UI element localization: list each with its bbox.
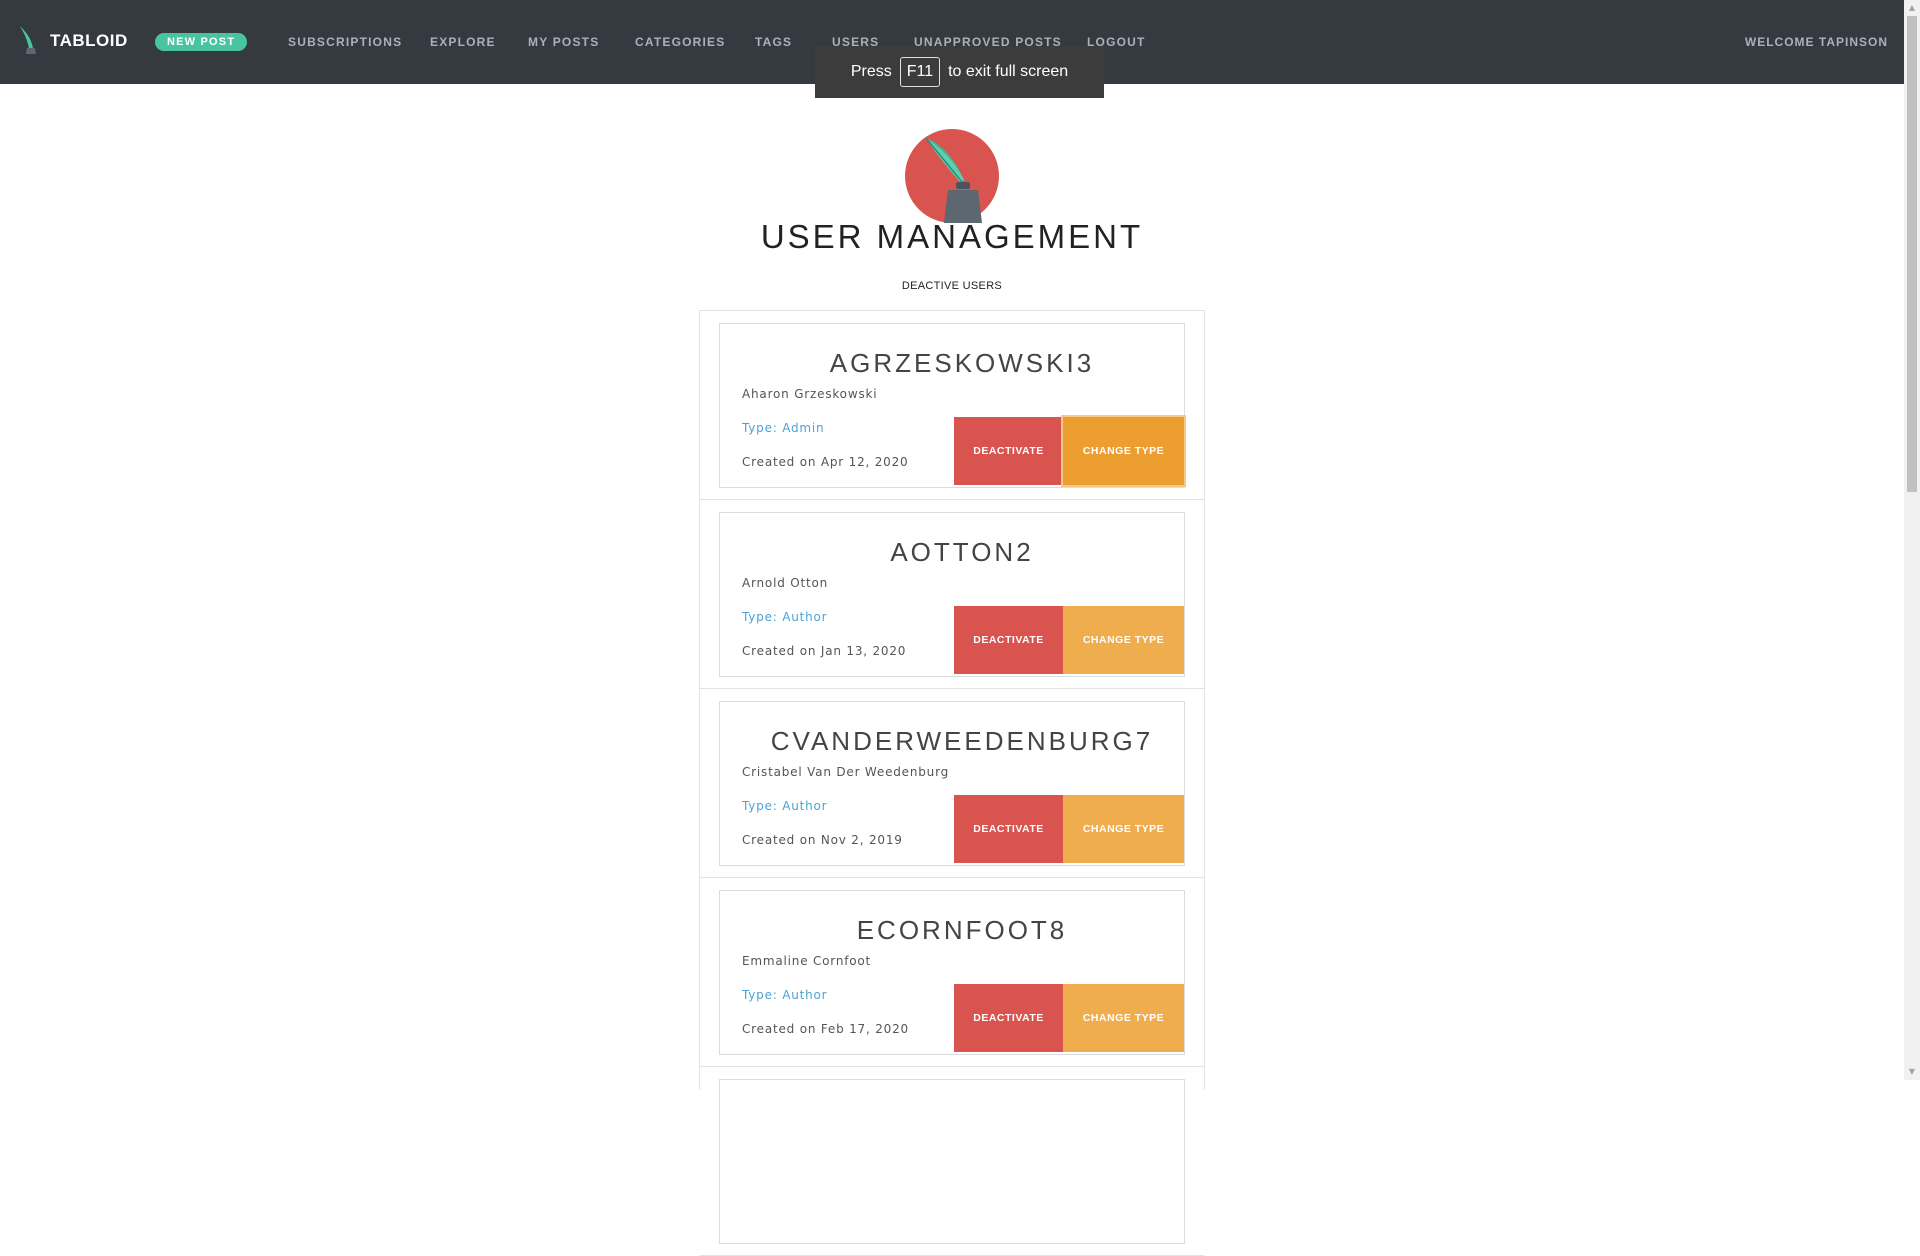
user-username: AOTTON2 — [890, 537, 1034, 567]
fullscreen-toast: Press F11 to exit full screen — [815, 46, 1104, 98]
user-username: ECORNFOOT8 — [856, 915, 1068, 945]
list-item — [700, 1067, 1204, 1256]
page-scrollbar[interactable]: ▲ ▼ — [1904, 0, 1920, 1080]
nav-explore[interactable]: EXPLORE — [430, 34, 496, 50]
list-item: AOTTON2 Arnold Otton Type: Author Create… — [700, 500, 1204, 689]
brand-link[interactable]: TABLOID — [18, 24, 128, 58]
user-type-link[interactable]: Type: Author — [742, 799, 827, 813]
deactivate-button[interactable]: DEACTIVATE — [954, 606, 1063, 674]
change-type-button[interactable]: CHANGE TYPE — [1063, 795, 1184, 863]
user-created-date: Created on Jan 13, 2020 — [742, 644, 907, 658]
quill-icon — [20, 26, 36, 54]
scroll-up-arrow-icon[interactable]: ▲ — [1904, 0, 1920, 16]
deactive-users-link[interactable]: DEACTIVE USERS — [0, 280, 1904, 292]
welcome-message: WELCOME TAPINSON — [1744, 35, 1888, 49]
scroll-down-arrow-icon[interactable]: ▼ — [1904, 1064, 1920, 1080]
list-item: AGRZESKOWSKI3 Aharon Grzeskowski Type: A… — [700, 311, 1204, 500]
user-fullname: Arnold Otton — [742, 576, 829, 590]
toast-key: F11 — [899, 57, 941, 87]
page-title: USER MANAGEMENT — [760, 218, 1144, 255]
scrollbar-thumb[interactable] — [1907, 16, 1917, 492]
list-item: ECORNFOOT8 Emmaline Cornfoot Type: Autho… — [700, 878, 1204, 1067]
new-post-button[interactable]: NEW POST — [155, 33, 248, 51]
user-created-date: Created on Feb 17, 2020 — [742, 1022, 909, 1036]
deactivate-button[interactable]: DEACTIVATE — [954, 795, 1063, 863]
user-type-link[interactable]: Type: Author — [742, 610, 827, 624]
user-list: AGRZESKOWSKI3 Aharon Grzeskowski Type: A… — [699, 310, 1205, 1256]
user-username: AGRZESKOWSKI3 — [829, 348, 1095, 378]
user-card — [719, 1079, 1185, 1244]
deactivate-button[interactable]: DEACTIVATE — [954, 417, 1063, 485]
brand-name: TABLOID — [50, 31, 128, 50]
user-card: AGRZESKOWSKI3 Aharon Grzeskowski Type: A… — [719, 323, 1185, 488]
change-type-button[interactable]: CHANGE TYPE — [1063, 984, 1184, 1052]
user-type-link[interactable]: Type: Author — [742, 988, 827, 1002]
toast-prefix: Press — [850, 63, 892, 80]
user-fullname: Emmaline Cornfoot — [742, 954, 872, 968]
user-username: CVANDERWEEDENBURG7 — [770, 726, 1154, 756]
deactivate-button[interactable]: DEACTIVATE — [954, 984, 1063, 1052]
nav-my-posts[interactable]: MY POSTS — [528, 34, 599, 50]
user-type-link[interactable]: Type: Admin — [742, 421, 824, 435]
user-card: CVANDERWEEDENBURG7 Cristabel Van Der Wee… — [719, 701, 1185, 866]
user-card: ECORNFOOT8 Emmaline Cornfoot Type: Autho… — [719, 890, 1185, 1055]
nav-subscriptions[interactable]: SUBSCRIPTIONS — [288, 34, 402, 50]
user-created-date: Created on Apr 12, 2020 — [742, 455, 909, 469]
change-type-button[interactable]: CHANGE TYPE — [1063, 417, 1184, 485]
nav-categories[interactable]: CATEGORIES — [635, 34, 725, 50]
list-item: CVANDERWEEDENBURG7 Cristabel Van Der Wee… — [700, 689, 1204, 878]
change-type-button[interactable]: CHANGE TYPE — [1063, 606, 1184, 674]
nav-tags[interactable]: TAGS — [755, 34, 792, 50]
user-created-date: Created on Nov 2, 2019 — [742, 833, 903, 847]
toast-suffix: to exit full screen — [948, 63, 1069, 80]
quill-inkwell-logo — [905, 129, 999, 223]
user-fullname: Cristabel Van Der Weedenburg — [742, 765, 950, 779]
user-fullname: Aharon Grzeskowski — [742, 387, 878, 401]
user-card: AOTTON2 Arnold Otton Type: Author Create… — [719, 512, 1185, 677]
